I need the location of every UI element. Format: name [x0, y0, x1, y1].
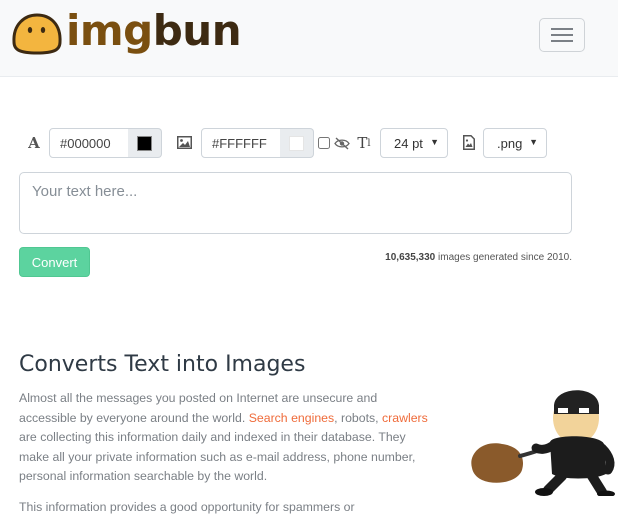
background-color-picker[interactable] [280, 128, 314, 158]
brand-name-part2: bun [152, 6, 242, 55]
font-size-value: 24 pt [394, 135, 423, 151]
intro-paragraph: Almost all the messages you posted on In… [19, 389, 429, 487]
hamburger-icon-bar [551, 34, 573, 36]
text-color-input[interactable]: #000000 [49, 128, 129, 158]
text-color-swatch [137, 135, 152, 151]
text-height-icon: Tl [357, 134, 371, 152]
convert-button[interactable]: Convert [19, 247, 90, 277]
file-image-icon [463, 135, 475, 150]
font-size-select[interactable]: 24 pt ▼ [380, 128, 448, 158]
text-input-placeholder: Your text here... [32, 183, 138, 200]
search-engines-link[interactable]: Search engines [249, 411, 334, 425]
transparent-checkbox[interactable] [318, 137, 330, 149]
menu-toggle-button[interactable] [539, 18, 585, 52]
chevron-down-icon: ▼ [430, 137, 439, 147]
image-format-value: .png [497, 135, 523, 151]
section-heading: Converts Text into Images [19, 352, 306, 377]
images-generated-counter: 10,635,330 images generated since 2010. [385, 252, 572, 263]
images-generated-suffix: images generated since 2010. [435, 252, 572, 263]
crawlers-link[interactable]: crawlers [382, 411, 428, 425]
text-color-picker[interactable] [128, 128, 162, 158]
eye-slash-icon [334, 137, 350, 150]
font-color-icon: A [28, 134, 40, 152]
background-color-input[interactable]: #FFFFFF [201, 128, 281, 158]
brand-wordmark[interactable]: imgbun [66, 6, 242, 55]
intro-text-2: , robots, [334, 410, 382, 425]
navbar: imgbun [0, 0, 618, 77]
brand-name-part1: img [66, 6, 153, 55]
hamburger-icon-bar [551, 40, 573, 42]
chevron-down-icon: ▼ [529, 137, 538, 147]
bun-logo-icon[interactable] [10, 12, 64, 56]
images-generated-count: 10,635,330 [385, 252, 436, 263]
background-color-swatch [289, 135, 304, 151]
intro-text-3: are collecting this information daily an… [19, 430, 416, 483]
image-format-select[interactable]: .png ▼ [483, 128, 547, 158]
background-image-icon [177, 136, 192, 149]
text-input-area[interactable]: Your text here... [19, 172, 572, 234]
hamburger-icon-bar [551, 28, 573, 30]
thief-illustration [471, 390, 615, 496]
